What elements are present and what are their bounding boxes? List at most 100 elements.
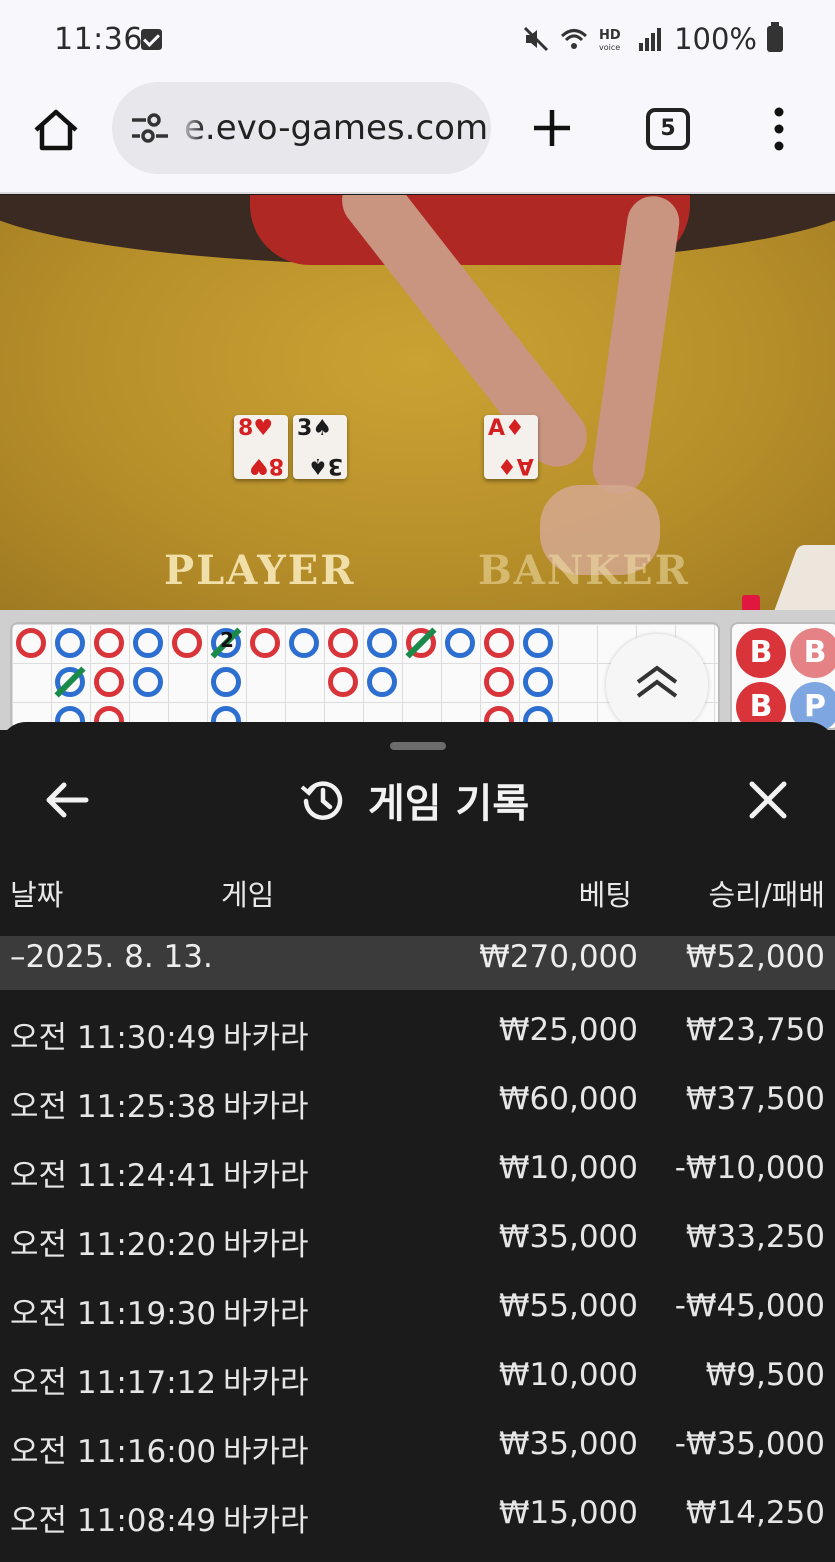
column-header-win-loss: 승리/패배 [708,878,826,912]
expand-roadmap-button[interactable] [606,634,708,736]
browser-toolbar: e.evo-games.com 5 [0,80,835,194]
row-game: 바카라 [223,1020,309,1056]
banker-mark [94,667,124,697]
row-win-loss: ₩23,750 [685,1012,825,1048]
history-row[interactable]: 오전 11:08:49 바카라 ₩15,000 ₩14,250 [0,1477,835,1546]
row-time: 오전 11:24:41 [10,1158,217,1194]
row-bet: ₩10,000 [498,1357,638,1393]
player-mark [367,628,397,658]
summary-date: –2025. 8. 13. [10,939,213,975]
wifi-icon [561,29,588,49]
row-bet: ₩25,000 [498,1012,638,1048]
signal-icon [639,28,662,51]
sheet-grabber[interactable] [390,742,446,750]
row-game: 바카라 [223,1434,309,1470]
summary-bet: ₩270,000 [479,939,638,975]
banker-mark [250,628,280,658]
banker-mark [16,628,46,658]
history-icon [300,781,343,820]
column-header-date: 날짜 [10,878,64,912]
sheet-title: 게임 기록 [368,781,530,827]
player-card: 3♠ 3♠ [293,415,347,479]
row-win-loss: ₩14,250 [685,1495,825,1531]
status-bar: 11:36 HD voice 100% [0,0,835,80]
date-summary-row[interactable]: –2025. 8. 13. ₩270,000 ₩52,000 [0,936,835,990]
row-time: 오전 11:20:20 [10,1227,217,1263]
banker-mark [94,628,124,658]
row-game: 바카라 [223,1227,309,1263]
banker-mark [172,628,202,658]
row-bet: ₩55,000 [498,1288,638,1324]
banker-mark [328,667,358,697]
player-mark [211,667,241,697]
column-header-game: 게임 [221,878,275,912]
new-tab-icon[interactable] [530,104,574,152]
battery-percent: 100% [674,22,757,56]
player-mark [445,628,475,658]
url-fade [178,102,204,154]
player-card: 8♥ 8♥ [234,415,288,479]
player-mark [289,628,319,658]
history-row[interactable]: 오전 11:17:12 바카라 ₩10,000 ₩9,500 [0,1339,835,1408]
svg-text:voice: voice [599,43,620,52]
sheet-title-group: 게임 기록 [300,772,529,828]
row-win-loss: ₩33,250 [685,1219,825,1255]
status-time: 11:36 [54,22,143,57]
tie-count: 2 [220,628,234,652]
row-bet: ₩10,000 [498,1150,638,1186]
more-options-icon[interactable] [768,104,790,154]
bead-road[interactable]: B B B P [730,622,835,732]
battery-icon [767,22,783,52]
row-bet: ₩15,000 [498,1495,638,1531]
live-game-video[interactable]: PLAYER BANKER 8♥ 8♥ 3♠ 3♠ A♦ A♦ 1 1 [0,195,835,610]
history-row[interactable]: 오전 11:25:38 바카라 ₩60,000 ₩37,500 [0,1063,835,1132]
row-time: 오전 11:16:00 [10,1434,217,1470]
history-row[interactable]: 오전 11:19:30 바카라 ₩55,000 -₩45,000 [0,1270,835,1339]
check-icon [141,29,162,50]
player-mark [133,628,163,658]
history-row[interactable]: 오전 11:20:20 바카라 ₩35,000 ₩33,250 [0,1201,835,1270]
history-row[interactable]: 오전 11:30:49 바카라 ₩25,000 ₩23,750 [0,994,835,1063]
history-row[interactable]: 오전 11:24:41 바카라 ₩10,000 -₩10,000 [0,1132,835,1201]
url-text: e.evo-games.com [184,108,489,148]
column-header-bet: 베팅 [578,878,632,912]
banker-mark [484,667,514,697]
row-bet: ₩35,000 [498,1426,638,1462]
shoe-light [742,595,760,610]
site-settings-icon[interactable] [130,110,170,146]
bead-banker: B [790,628,835,678]
player-label: PLAYER [164,547,356,594]
row-game: 바카라 [223,1365,309,1401]
row-win-loss: ₩37,500 [685,1081,825,1117]
row-win-loss: -₩45,000 [674,1288,825,1324]
row-time: 오전 11:25:38 [10,1089,217,1125]
home-icon[interactable] [30,104,82,156]
banker-mark [484,628,514,658]
row-bet: ₩60,000 [498,1081,638,1117]
bead-banker: B [736,628,786,678]
player-mark [367,667,397,697]
row-time: 오전 11:17:12 [10,1365,217,1401]
row-win-loss: -₩35,000 [674,1426,825,1462]
player-mark [523,667,553,697]
tab-switcher-button[interactable]: 5 [646,108,690,150]
card-shoe [761,545,835,610]
history-row[interactable]: 오전 11:16:00 바카라 ₩35,000 -₩35,000 [0,1408,835,1477]
history-list: 오전 11:30:49 바카라 ₩25,000 ₩23,750 오전 11:25… [0,994,835,1546]
row-win-loss: ₩9,500 [705,1357,825,1393]
row-bet: ₩35,000 [498,1219,638,1255]
row-time: 오전 11:30:49 [10,1020,217,1056]
back-arrow-icon[interactable] [44,780,90,820]
row-time: 오전 11:08:49 [10,1503,217,1539]
close-icon[interactable] [746,778,790,822]
game-history-sheet: 게임 기록 날짜 게임 베팅 승리/패배 –2025. 8. 13. ₩270,… [0,722,835,1562]
sheet-header: 게임 기록 [0,762,835,842]
mute-icon [524,26,549,52]
summary-win-loss: ₩52,000 [685,939,825,975]
banker-mark [328,628,358,658]
row-game: 바카라 [223,1296,309,1332]
svg-text:HD: HD [599,28,621,43]
status-right: HD voice 100% [522,22,783,56]
roadmap-strip: 2 B B B P [0,610,835,736]
address-bar[interactable]: e.evo-games.com [112,82,491,174]
